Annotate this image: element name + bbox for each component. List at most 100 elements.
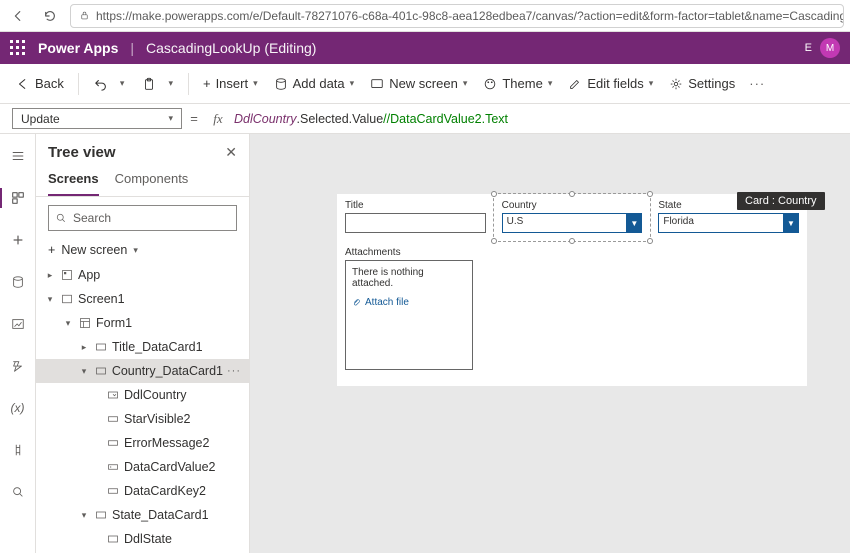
- chevron-right-icon[interactable]: ▸: [78, 342, 90, 353]
- chevron-down-icon: ▾: [649, 78, 654, 89]
- label-icon: [106, 484, 120, 498]
- tree-node-datacardkey2[interactable]: DataCardKey2: [36, 479, 249, 503]
- title-input[interactable]: [345, 213, 486, 233]
- card-attachments[interactable]: Attachments There is nothing attached. A…: [337, 241, 807, 386]
- tree-node-app[interactable]: ▸ App: [36, 263, 249, 287]
- chevron-down-icon[interactable]: ▾: [78, 366, 90, 377]
- chevron-down-icon: ▾: [120, 78, 125, 89]
- chevron-down-icon: ▾: [168, 78, 173, 89]
- state-dropdown[interactable]: Florida ▼: [658, 213, 799, 233]
- paperclip-icon: [352, 298, 361, 307]
- chevron-down-icon: ▾: [548, 78, 553, 89]
- label-icon: [106, 436, 120, 450]
- paste-button[interactable]: ▾: [135, 74, 180, 94]
- browser-url-text: https://make.powerapps.com/e/Default-782…: [96, 9, 844, 23]
- rail-search[interactable]: [4, 478, 32, 506]
- form-preview[interactable]: Title Country U.S ▼ S: [337, 194, 807, 386]
- chevron-down-icon: ▾: [133, 245, 138, 256]
- insert-button[interactable]: + Insert ▾: [197, 72, 264, 95]
- tree-node-state-datacard[interactable]: ▾ State_DataCard1: [36, 503, 249, 527]
- new-screen-button[interactable]: + New screen ▾: [36, 239, 249, 263]
- tree-node-screen1[interactable]: ▾ Screen1: [36, 287, 249, 311]
- app-launcher-icon[interactable]: [10, 40, 26, 56]
- rail-variables[interactable]: (x): [4, 394, 32, 422]
- command-bar: Back ▾ ▾ + Insert ▾ Add data ▾ New scree…: [0, 64, 850, 104]
- database-icon: [274, 77, 288, 91]
- add-data-button[interactable]: Add data ▾: [268, 72, 361, 95]
- canvas-area[interactable]: Card : Country Title Country U.S: [250, 134, 850, 553]
- tree-node-title-datacard[interactable]: ▸ Title_DataCard1: [36, 335, 249, 359]
- theme-button[interactable]: Theme ▾: [477, 72, 558, 95]
- card-country[interactable]: Country U.S ▼: [494, 194, 651, 241]
- edit-fields-button[interactable]: Edit fields ▾: [562, 72, 659, 95]
- card-icon: [94, 364, 108, 378]
- lock-icon: [79, 10, 90, 21]
- screen-icon: [370, 77, 384, 91]
- rail-media[interactable]: [4, 310, 32, 338]
- property-selector[interactable]: Update ▾: [12, 108, 182, 129]
- more-icon[interactable]: ···: [227, 365, 241, 377]
- country-dropdown[interactable]: U.S ▼: [502, 213, 643, 233]
- tree-node-datacardvalue2[interactable]: DataCardValue2: [36, 455, 249, 479]
- textinput-icon: [106, 460, 120, 474]
- rail-advanced-tools[interactable]: [4, 436, 32, 464]
- close-panel-button[interactable]: ✕: [225, 144, 237, 161]
- header-separator: |: [130, 40, 134, 56]
- chevron-down-icon[interactable]: ▾: [78, 510, 90, 521]
- app-icon: [60, 268, 74, 282]
- field-label-title: Title: [345, 200, 486, 211]
- back-button[interactable]: Back: [10, 72, 70, 95]
- chevron-right-icon[interactable]: ▸: [44, 270, 56, 281]
- formula-input[interactable]: DdlCountry.Selected.Value //DataCardValu…: [230, 104, 850, 133]
- gear-icon: [669, 77, 683, 91]
- chevron-down-icon: ▾: [350, 78, 355, 89]
- chevron-down-icon: ▾: [463, 78, 468, 89]
- app-header: Power Apps | CascadingLookUp (Editing) E…: [0, 32, 850, 64]
- palette-icon: [483, 77, 497, 91]
- left-rail: (x): [0, 134, 36, 553]
- chevron-down-icon[interactable]: ▼: [783, 213, 799, 233]
- chevron-down-icon[interactable]: ▾: [44, 294, 56, 305]
- user-avatar[interactable]: M: [820, 38, 840, 58]
- tree-node-starvisible2[interactable]: StarVisible2: [36, 407, 249, 431]
- tree-view-title: Tree view: [48, 144, 116, 161]
- browser-back-button[interactable]: [6, 4, 30, 28]
- fx-icon[interactable]: fx: [206, 104, 230, 133]
- tree-node-country-datacard[interactable]: ▾ Country_DataCard1 ···: [36, 359, 249, 383]
- rail-hamburger[interactable]: [4, 142, 32, 170]
- new-screen-button[interactable]: New screen ▾: [364, 72, 473, 95]
- tree-node-errormessage2[interactable]: ErrorMessage2: [36, 431, 249, 455]
- tab-components[interactable]: Components: [115, 165, 189, 196]
- rail-data[interactable]: [4, 268, 32, 296]
- rail-insert[interactable]: [4, 226, 32, 254]
- tree-node-ddlcountry[interactable]: DdlCountry: [36, 383, 249, 407]
- attach-file-button[interactable]: Attach file: [352, 297, 466, 308]
- field-label-attachments: Attachments: [345, 247, 799, 258]
- attachments-empty-text: There is nothing attached.: [352, 267, 466, 289]
- label-icon: [106, 412, 120, 426]
- tree-search-input[interactable]: Search: [48, 205, 237, 231]
- rail-power-automate[interactable]: [4, 352, 32, 380]
- equals-label: =: [182, 104, 206, 133]
- chevron-down-icon[interactable]: ▼: [626, 213, 642, 233]
- rail-tree-view[interactable]: [4, 184, 32, 212]
- browser-address-bar: https://make.powerapps.com/e/Default-782…: [0, 0, 850, 32]
- more-button[interactable]: ···: [745, 72, 769, 95]
- undo-button[interactable]: ▾: [87, 74, 132, 94]
- settings-button[interactable]: Settings: [663, 72, 741, 95]
- environment-indicator[interactable]: E: [805, 42, 812, 54]
- product-name: Power Apps: [38, 40, 118, 56]
- dropdown-icon: [106, 532, 120, 546]
- tab-screens[interactable]: Screens: [48, 165, 99, 196]
- browser-refresh-button[interactable]: [38, 4, 62, 28]
- edit-icon: [568, 77, 582, 91]
- card-icon: [94, 340, 108, 354]
- chevron-down-icon[interactable]: ▾: [62, 318, 74, 329]
- card-title[interactable]: Title: [337, 194, 494, 241]
- dropdown-icon: [106, 388, 120, 402]
- tree-node-ddlstate[interactable]: DdlState: [36, 527, 249, 551]
- search-icon: [55, 212, 67, 224]
- tree-node-form1[interactable]: ▾ Form1: [36, 311, 249, 335]
- app-title: CascadingLookUp (Editing): [146, 40, 316, 56]
- browser-url-input[interactable]: https://make.powerapps.com/e/Default-782…: [70, 4, 844, 28]
